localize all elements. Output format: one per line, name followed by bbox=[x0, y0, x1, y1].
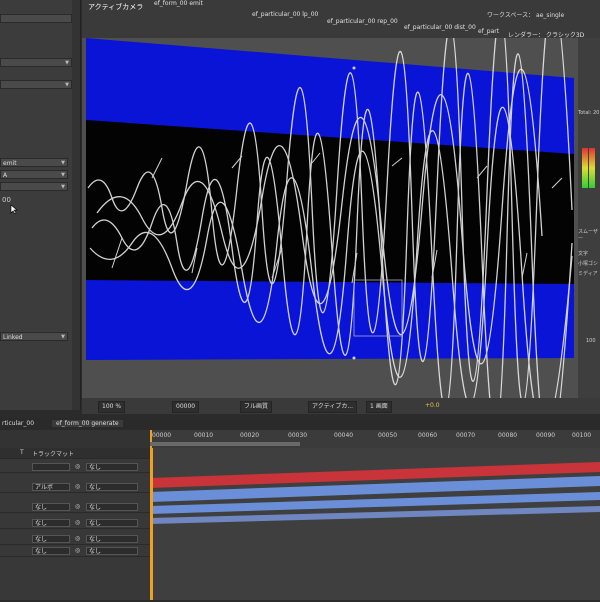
playhead-line bbox=[150, 448, 153, 600]
a-dropdown-value: A bbox=[3, 172, 8, 179]
tick-label: 00040 bbox=[334, 432, 354, 439]
tick-label: 00050 bbox=[378, 432, 398, 439]
layer-bars-area bbox=[150, 448, 600, 600]
value-00: 00 bbox=[2, 196, 11, 204]
smoother-label[interactable]: スムーザー bbox=[578, 228, 600, 242]
viewer-canvas bbox=[82, 0, 580, 454]
layer-row[interactable]: アルボ ◎ なし bbox=[0, 482, 150, 493]
t-column-header: T bbox=[20, 449, 24, 456]
tick-label: 00030 bbox=[288, 432, 308, 439]
chevron-down-icon: ▼ bbox=[65, 60, 69, 66]
tick-label: 00020 bbox=[240, 432, 260, 439]
pickwhip-icon[interactable]: ◎ bbox=[75, 483, 80, 490]
anchor-point-bottom[interactable] bbox=[352, 356, 356, 360]
pickwhip-icon[interactable]: ◎ bbox=[75, 503, 80, 510]
audio-meter-left bbox=[582, 148, 588, 188]
workspace-label-text: ワークスペース： bbox=[487, 12, 535, 19]
tick-label: 00080 bbox=[498, 432, 518, 439]
linked-dropdown[interactable]: Linked ▼ bbox=[0, 332, 68, 341]
parent-dropdown[interactable]: なし bbox=[86, 547, 138, 555]
tab-particular-dist[interactable]: ef_particular_00 dist_00 bbox=[404, 24, 476, 31]
layer-mode-dropdown[interactable]: なし bbox=[32, 547, 70, 555]
workspace-value[interactable]: ae_single bbox=[536, 12, 564, 19]
tab-ef-form-emit[interactable]: ef_form_00 emit bbox=[154, 0, 203, 7]
chevron-down-icon: ▼ bbox=[61, 334, 65, 340]
layer-header-row: T トラックマット bbox=[0, 448, 150, 459]
timecode-field[interactable]: 00000 bbox=[172, 401, 200, 413]
chevron-down-icon: ▼ bbox=[65, 82, 69, 88]
tab-particular-comp[interactable]: rticular_00 bbox=[2, 420, 34, 427]
tick-label: 00100 bbox=[572, 432, 592, 439]
parent-dropdown[interactable]: なし bbox=[86, 535, 138, 543]
audio-meter-right bbox=[589, 148, 595, 188]
tab-particular-lp[interactable]: ef_particular_00 lp_00 bbox=[252, 11, 318, 18]
total-label: Total: 20 bbox=[578, 110, 600, 116]
mouse-cursor-icon bbox=[10, 204, 18, 215]
layer-mode-dropdown[interactable]: なし bbox=[32, 535, 70, 543]
chevron-down-icon: ▼ bbox=[61, 172, 65, 178]
layer-mode-dropdown[interactable] bbox=[32, 463, 70, 471]
view-layout-dropdown[interactable]: 1 画面 bbox=[366, 401, 392, 413]
tick-label: 00000 bbox=[152, 432, 172, 439]
zoom-dropdown[interactable]: 100 % bbox=[98, 401, 126, 413]
field-row-3[interactable]: ▼ bbox=[0, 182, 68, 191]
layer-list: T トラックマット ◎ なし アルボ ◎ なし なし ◎ なし なし ◎ なし … bbox=[0, 448, 150, 600]
active-camera-label: アクティブカメラ bbox=[88, 3, 144, 11]
composition-viewer[interactable] bbox=[82, 0, 580, 454]
field-row-2[interactable]: ▼ bbox=[0, 80, 72, 89]
tick-label: 00090 bbox=[536, 432, 556, 439]
timeline-tabs: rticular_00 ef_form_00 generate bbox=[0, 418, 600, 430]
tab-particular-rep[interactable]: ef_particular_00 rep_00 bbox=[327, 18, 398, 25]
exposure-value[interactable]: +0.0 bbox=[422, 401, 443, 411]
resolution-dropdown[interactable]: フル画質 bbox=[240, 401, 273, 413]
time-ruler[interactable]: 00000 00010 00020 00030 00040 00050 0006… bbox=[150, 430, 600, 448]
anchor-point-top[interactable] bbox=[352, 66, 356, 70]
camera-dropdown[interactable]: アクティブカ... bbox=[308, 401, 358, 413]
parent-dropdown[interactable]: なし bbox=[86, 483, 138, 491]
character-panel-label: 文字 bbox=[578, 251, 589, 257]
pickwhip-icon[interactable]: ◎ bbox=[75, 519, 80, 526]
layer-mode-dropdown[interactable]: なし bbox=[32, 503, 70, 511]
chevron-down-icon: ▼ bbox=[61, 160, 65, 166]
parent-dropdown[interactable]: なし bbox=[86, 519, 138, 527]
layer-mode-dropdown[interactable]: アルボ bbox=[32, 483, 70, 491]
tick-label: 00070 bbox=[456, 432, 476, 439]
text-scale-value[interactable]: 100 bbox=[586, 338, 596, 344]
work-area-bar[interactable] bbox=[150, 442, 300, 446]
layer-row[interactable]: ◎ なし bbox=[0, 462, 150, 473]
tab-ef-form-generate[interactable]: ef_form_00 generate bbox=[52, 420, 123, 427]
emit-dropdown[interactable]: emit ▼ bbox=[0, 158, 68, 167]
project-panel: ▼ ▼ emit ▼ A ▼ ▼ 00 Linked ▼ bbox=[0, 0, 81, 410]
emit-dropdown-value: emit bbox=[3, 160, 17, 167]
viewer-toolbar: 100 % 00000 フル画質 アクティブカ... 1 画面 +0.0 bbox=[82, 398, 600, 414]
a-dropdown[interactable]: A ▼ bbox=[0, 170, 68, 179]
tick-label: 00010 bbox=[194, 432, 214, 439]
layer-row[interactable]: なし ◎ なし bbox=[0, 518, 150, 529]
field-row-1[interactable]: ▼ bbox=[0, 58, 72, 67]
pickwhip-icon[interactable]: ◎ bbox=[75, 547, 80, 554]
tab-particular-truncated[interactable]: ef_part bbox=[478, 28, 499, 35]
parent-dropdown[interactable]: なし bbox=[86, 463, 138, 471]
pickwhip-icon[interactable]: ◎ bbox=[75, 463, 80, 470]
layer-row[interactable]: なし ◎ なし bbox=[0, 546, 150, 557]
linked-dropdown-value: Linked bbox=[3, 334, 23, 341]
layer-row[interactable]: なし ◎ なし bbox=[0, 502, 150, 513]
track-matte-header: トラックマット bbox=[32, 451, 75, 458]
tick-label: 00060 bbox=[418, 432, 438, 439]
font-family-dropdown[interactable]: 小塚ゴシ bbox=[578, 260, 598, 267]
layer-bars-canvas bbox=[150, 448, 600, 600]
layer-row[interactable]: なし ◎ なし bbox=[0, 534, 150, 545]
info-panel: Total: 20 スムーザー 文字 小塚ゴシ ミディア 100 bbox=[578, 38, 600, 410]
parent-dropdown[interactable]: なし bbox=[86, 503, 138, 511]
pickwhip-icon[interactable]: ◎ bbox=[75, 535, 80, 542]
font-style-dropdown[interactable]: ミディア bbox=[578, 270, 598, 277]
composition-header: アクティブカメラ ワークスペース： ae_single ef_form_00 e… bbox=[82, 0, 600, 39]
top-field[interactable] bbox=[0, 14, 72, 23]
panel-scrollbar[interactable] bbox=[72, 0, 80, 410]
chevron-down-icon: ▼ bbox=[61, 184, 65, 190]
workspace-label: ワークスペース： ae_single bbox=[487, 10, 564, 19]
layer-mode-dropdown[interactable]: なし bbox=[32, 519, 70, 527]
